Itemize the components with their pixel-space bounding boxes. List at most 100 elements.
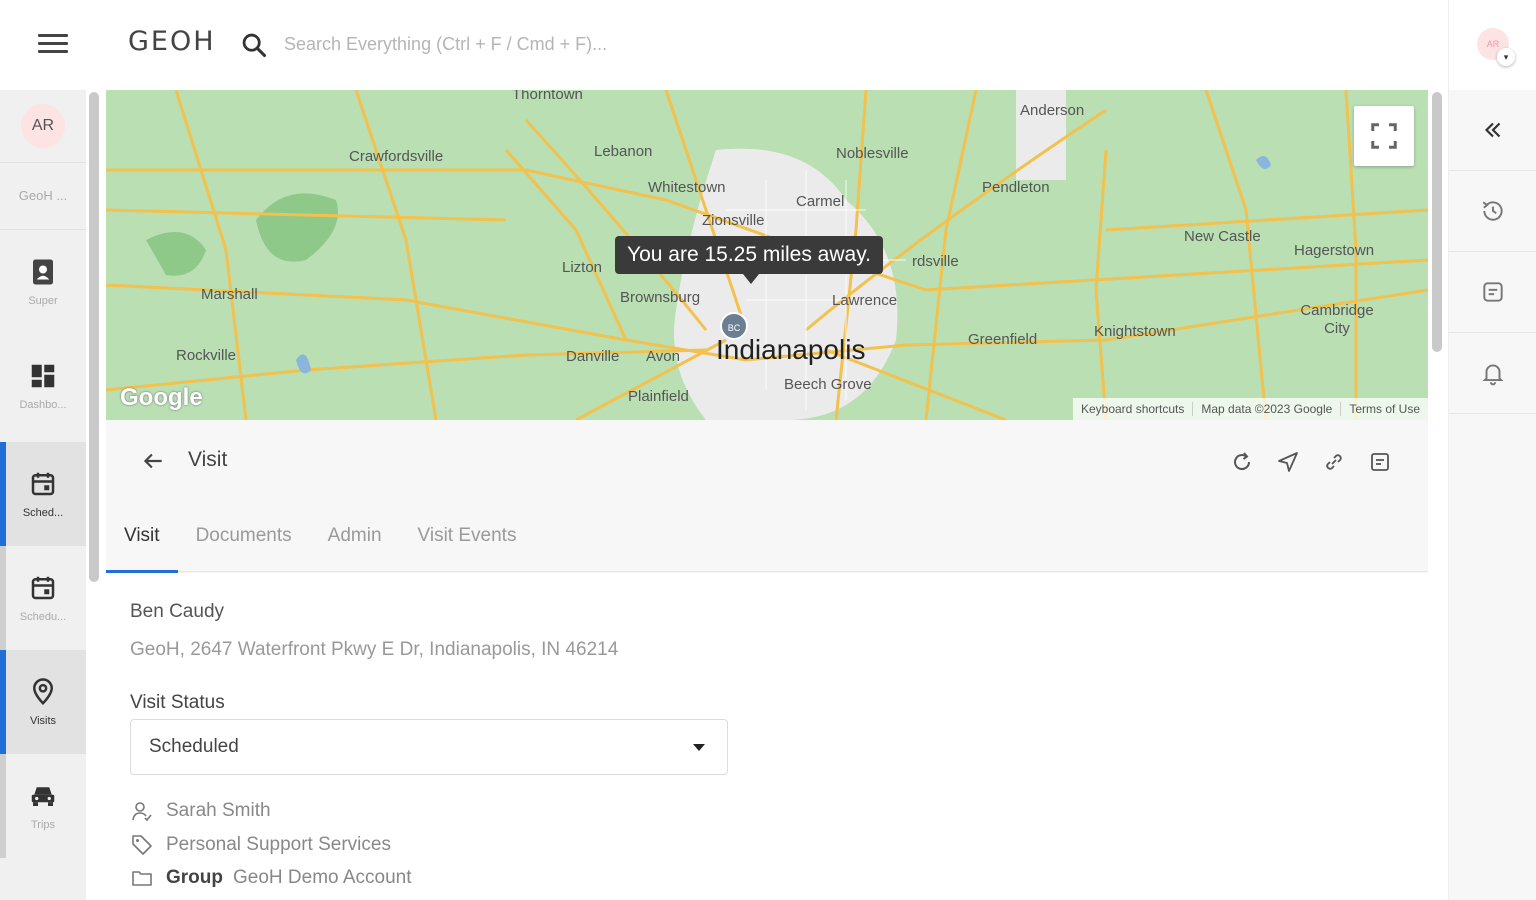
map-label: Danville	[566, 348, 620, 365]
dashboard-icon	[31, 364, 55, 388]
map-label: Cambridge City	[1300, 302, 1374, 337]
user-initials: AR	[1486, 39, 1500, 49]
visit-details: Ben Caudy GeoH, 2647 Waterfront Pkwy E D…	[106, 573, 1428, 900]
refresh-icon	[1234, 452, 1251, 471]
car-icon	[31, 787, 55, 806]
header-actions	[1228, 448, 1394, 476]
bell-icon	[1482, 364, 1503, 386]
tab-visit-events[interactable]: Visit Events	[400, 500, 535, 572]
org-switcher[interactable]: GeoH ...	[0, 162, 86, 230]
tab-bar: Visit Documents Admin Visit Events	[106, 500, 1428, 573]
map-label: Lawrence	[832, 292, 898, 309]
sidebar-item-label: Schedu...	[19, 611, 67, 623]
map-label: Brownsburg	[620, 289, 701, 306]
person-icon	[132, 802, 152, 822]
user-avatar[interactable]: AR ▾	[1477, 28, 1515, 66]
sidebar-item-schedule[interactable]: Sched...	[0, 442, 86, 546]
right-rail: AR ▾	[1448, 0, 1536, 900]
sidebar-item-label: Sched...	[22, 507, 64, 519]
sidebar-item-dashboard[interactable]: Dashbo...	[0, 334, 86, 438]
keyboard-shortcuts-link[interactable]: Keyboard shortcuts	[1073, 402, 1192, 416]
map-attribution: Keyboard shortcuts Map data ©2023 Google…	[1072, 398, 1428, 420]
back-arrow-icon[interactable]	[140, 448, 166, 474]
badge-icon	[33, 259, 53, 285]
menu-icon[interactable]	[38, 34, 68, 56]
tab-documents[interactable]: Documents	[178, 500, 310, 572]
google-logo: Google	[120, 384, 203, 411]
fullscreen-icon	[1371, 123, 1397, 149]
map-label: Avon	[646, 348, 680, 365]
map-label: Thorntown	[512, 90, 583, 103]
map[interactable]: Thorntown Anderson Crawfordsville Lebano…	[106, 90, 1428, 420]
visit-status-value: Scheduled	[149, 736, 239, 757]
fullscreen-button[interactable]	[1354, 106, 1414, 166]
avatar[interactable]: AR	[21, 104, 65, 148]
history-button[interactable]	[1449, 171, 1536, 252]
client-address: GeoH, 2647 Waterfront Pkwy E Dr, Indiana…	[130, 639, 619, 660]
assignee-row: Sarah Smith	[130, 799, 271, 823]
search-input[interactable]	[284, 28, 804, 60]
sidebar-item-label: Dashbo...	[19, 399, 67, 411]
group-value: GeoH Demo Account	[233, 867, 412, 888]
map-label: Pendleton	[982, 179, 1050, 196]
map-label: Rockville	[176, 347, 237, 364]
map-label: Crawfordsville	[349, 148, 444, 165]
tab-admin[interactable]: Admin	[310, 500, 400, 572]
map-label: New Castle	[1184, 228, 1261, 245]
sidebar-item-scheduler[interactable]: Schedu...	[0, 546, 86, 650]
map-label: Noblesville	[836, 145, 909, 162]
distance-tooltip: You are 15.25 miles away.	[615, 236, 883, 284]
navigation-icon	[1278, 452, 1298, 472]
calendar-icon	[31, 472, 55, 496]
link-icon	[1326, 454, 1342, 470]
search-icon[interactable]	[240, 31, 268, 59]
sidebar-item-label: Visits	[29, 715, 57, 727]
map-label: Carmel	[796, 193, 845, 210]
service-row: Personal Support Services	[130, 833, 391, 857]
map-marker[interactable]: BC	[720, 312, 748, 340]
navigate-button[interactable]	[1274, 448, 1302, 476]
detail-header: Visit	[106, 420, 1428, 500]
refresh-button[interactable]	[1228, 448, 1256, 476]
main-scrollbar[interactable]	[1432, 92, 1442, 352]
map-label: Whitestown	[648, 179, 726, 196]
location-pin-icon	[32, 678, 54, 706]
map-label: Marshall	[201, 286, 258, 303]
sidebar-scrollbar[interactable]	[89, 92, 99, 582]
dropdown-caret-icon	[693, 744, 705, 751]
sidebar-item-super[interactable]: Super	[0, 230, 86, 334]
map-label: Lizton	[562, 259, 603, 276]
sidebar-item-trips[interactable]: Trips	[0, 754, 86, 858]
notes-button[interactable]	[1449, 252, 1536, 333]
tab-visit[interactable]: Visit	[106, 500, 178, 573]
map-data-text: Map data ©2023 Google	[1192, 402, 1340, 416]
calendar-icon	[31, 576, 55, 600]
notes-button[interactable]	[1366, 448, 1394, 476]
sidebar-item-label: Trips	[30, 819, 56, 831]
map-label: rdsville	[912, 253, 959, 270]
sidebar-item-visits[interactable]: Visits	[0, 650, 86, 754]
map-label: Greenfield	[968, 331, 1038, 348]
terms-of-use-link[interactable]: Terms of Use	[1340, 402, 1428, 416]
map-label: Lebanon	[594, 143, 653, 160]
notes-icon	[1371, 453, 1389, 471]
page-title: Visit	[188, 448, 228, 471]
main-panel: Thorntown Anderson Crawfordsville Lebano…	[106, 90, 1428, 900]
chevron-down-icon[interactable]: ▾	[1497, 48, 1515, 66]
sidebar-item-label: Super	[28, 295, 58, 307]
history-icon	[1482, 201, 1503, 221]
copy-link-button[interactable]	[1320, 448, 1348, 476]
collapse-panel-button[interactable]	[1449, 90, 1536, 171]
map-label: Knightstown	[1094, 323, 1176, 340]
group-row: Group GeoH Demo Account	[130, 866, 411, 890]
visit-status-select[interactable]: Scheduled	[130, 719, 728, 775]
top-bar: GEOH	[0, 0, 1448, 90]
tag-icon	[132, 835, 152, 855]
app-logo[interactable]: GEOH	[128, 26, 216, 57]
folder-icon	[132, 871, 152, 886]
notes-icon	[1482, 282, 1503, 302]
notifications-button[interactable]	[1449, 333, 1536, 414]
double-chevron-left-icon	[1484, 122, 1500, 138]
map-label: Anderson	[1020, 102, 1085, 119]
map-label: Zionsville	[702, 212, 765, 229]
